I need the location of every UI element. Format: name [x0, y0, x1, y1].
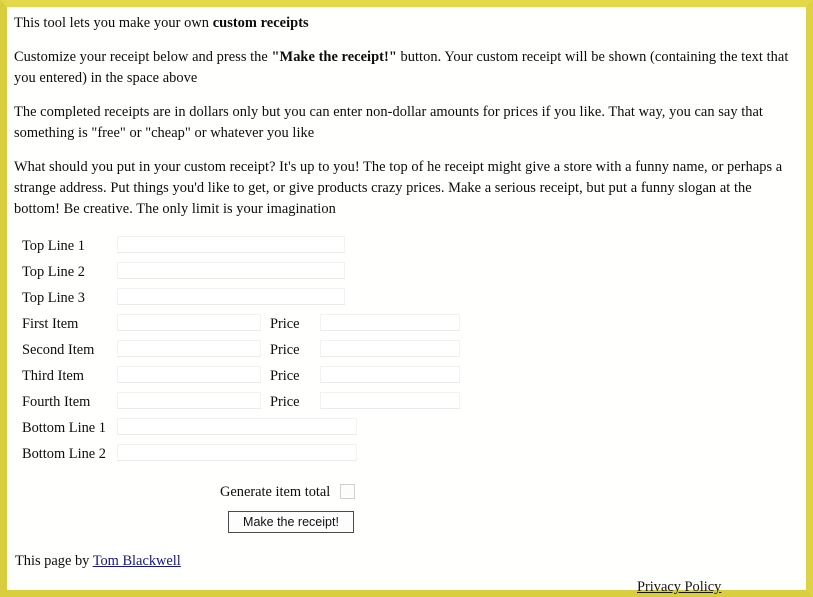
label-second-item: Second Item — [22, 342, 95, 358]
input-third-item-name[interactable] — [117, 366, 261, 383]
checkbox-icon[interactable] — [339, 484, 355, 500]
form-row-bottom-line-1: Bottom Line 1 — [14, 418, 800, 444]
input-second-item-name[interactable] — [117, 340, 261, 357]
form-row-fourth-item: Fourth Item Price — [14, 392, 800, 418]
label-bottom-line-2: Bottom Line 2 — [22, 446, 106, 462]
make-the-receipt-button[interactable]: Make the receipt! — [228, 511, 354, 533]
intro-paragraph-4: What should you put in your custom recei… — [14, 159, 783, 217]
generate-item-total-label: Generate item total — [220, 484, 331, 501]
generate-item-total-control[interactable]: Generate item total — [220, 484, 355, 501]
label-top-line-3: Top Line 3 — [22, 290, 85, 306]
byline: This page by Tom Blackwell — [15, 553, 181, 570]
intro-p2-bold: "Make the receipt!" — [271, 49, 397, 65]
input-top-line-2[interactable] — [117, 262, 345, 279]
intro-p2-pre: Customize your receipt below and press t… — [14, 49, 272, 65]
input-bottom-line-1[interactable] — [117, 418, 357, 435]
page-content: This tool lets you make your own custom … — [14, 13, 800, 546]
form-row-third-item: Third Item Price — [14, 366, 800, 392]
input-fourth-item-name[interactable] — [117, 392, 261, 409]
label-fourth-item-price: Price — [270, 394, 300, 410]
input-fourth-item-price[interactable] — [320, 392, 460, 409]
label-top-line-2: Top Line 2 — [22, 264, 85, 280]
form-row-top-line-3: Top Line 3 — [14, 288, 800, 314]
label-second-item-price: Price — [270, 342, 300, 358]
input-bottom-line-2[interactable] — [117, 444, 357, 461]
label-top-line-1: Top Line 1 — [22, 238, 85, 254]
label-third-item: Third Item — [22, 368, 84, 384]
page-body: This tool lets you make your own custom … — [7, 7, 806, 595]
form-row-first-item: First Item Price — [14, 314, 800, 340]
label-third-item-price: Price — [270, 368, 300, 384]
input-top-line-1[interactable] — [117, 236, 345, 253]
intro-heading-bold: custom receipts — [212, 15, 309, 31]
receipt-form: Top Line 1 Top Line 2 Top Line 3 First I… — [14, 236, 800, 546]
input-second-item-price[interactable] — [320, 340, 460, 357]
byline-prefix: This page by — [15, 553, 93, 569]
form-row-top-line-2: Top Line 2 — [14, 262, 800, 288]
privacy-policy-link[interactable]: Privacy Policy — [637, 579, 721, 595]
label-bottom-line-1: Bottom Line 1 — [22, 420, 106, 436]
input-first-item-name[interactable] — [117, 314, 261, 331]
intro-paragraph-3: The completed receipts are in dollars on… — [14, 104, 763, 141]
input-third-item-price[interactable] — [320, 366, 460, 383]
intro-paragraph-2: Customize your receipt below and press t… — [14, 47, 800, 89]
privacy-policy: Privacy Policy — [637, 579, 721, 596]
input-top-line-3[interactable] — [117, 288, 345, 305]
form-controls: Generate item total Make the receipt! — [14, 484, 800, 546]
input-first-item-price[interactable] — [320, 314, 460, 331]
form-row-top-line-1: Top Line 1 — [14, 236, 800, 262]
intro-heading-line: This tool lets you make your own custom … — [14, 13, 800, 34]
label-first-item: First Item — [22, 316, 79, 332]
form-row-bottom-line-2: Bottom Line 2 — [14, 444, 800, 470]
intro-heading-text: This tool lets you make your own — [14, 15, 213, 31]
form-row-second-item: Second Item Price — [14, 340, 800, 366]
label-fourth-item: Fourth Item — [22, 394, 91, 410]
author-link[interactable]: Tom Blackwell — [93, 553, 181, 569]
label-first-item-price: Price — [270, 316, 300, 332]
page-frame: This tool lets you make your own custom … — [0, 0, 813, 597]
